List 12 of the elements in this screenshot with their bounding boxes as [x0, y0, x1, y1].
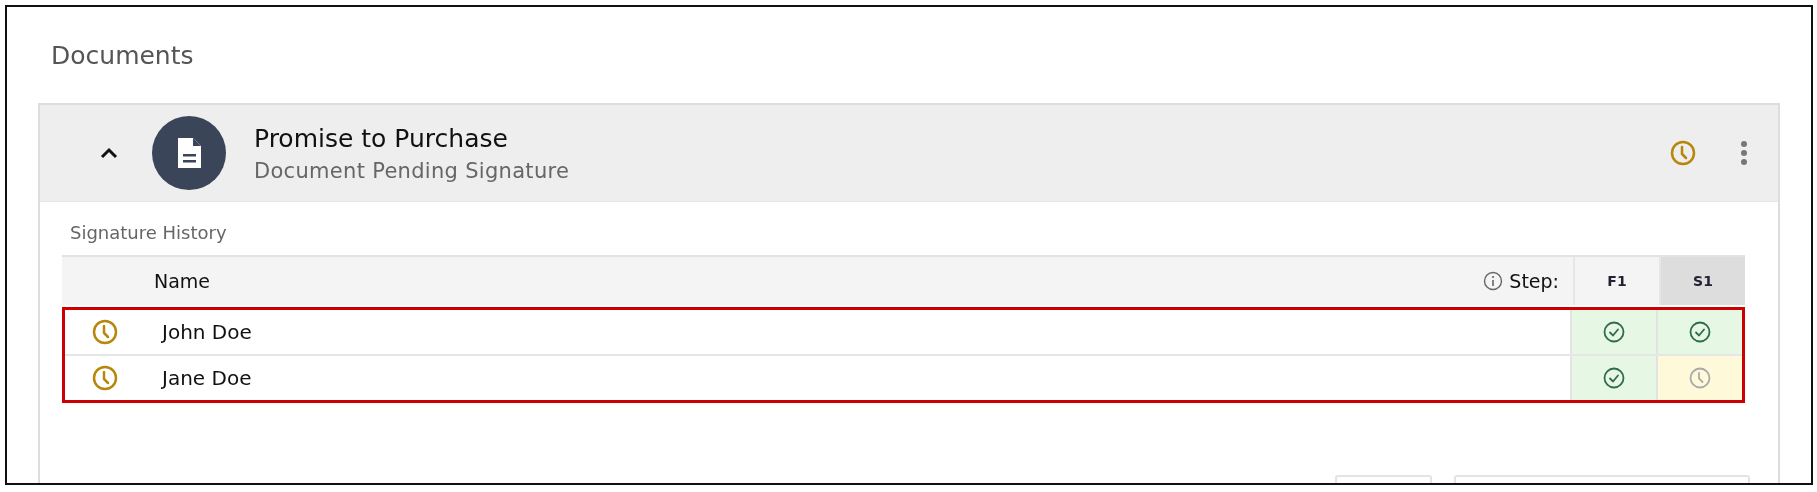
- section-title: Documents: [50, 40, 195, 72]
- column-header: Name: [153, 270, 212, 292]
- step-label: Step:: [1509, 270, 1559, 292]
- step-column-header[interactable]: S1: [1659, 257, 1745, 305]
- info-icon[interactable]: [1483, 271, 1504, 291]
- section-subtitle: Signature History: [69, 221, 228, 245]
- document-status: Document Pending Signature: [254, 158, 571, 183]
- signer-name: Jane Doe: [160, 366, 253, 390]
- document-title: Promise to Purchase: [254, 123, 509, 153]
- document-icon: [176, 137, 202, 169]
- signer-name: John Doe: [160, 320, 253, 344]
- more-menu-icon[interactable]: [1740, 140, 1748, 166]
